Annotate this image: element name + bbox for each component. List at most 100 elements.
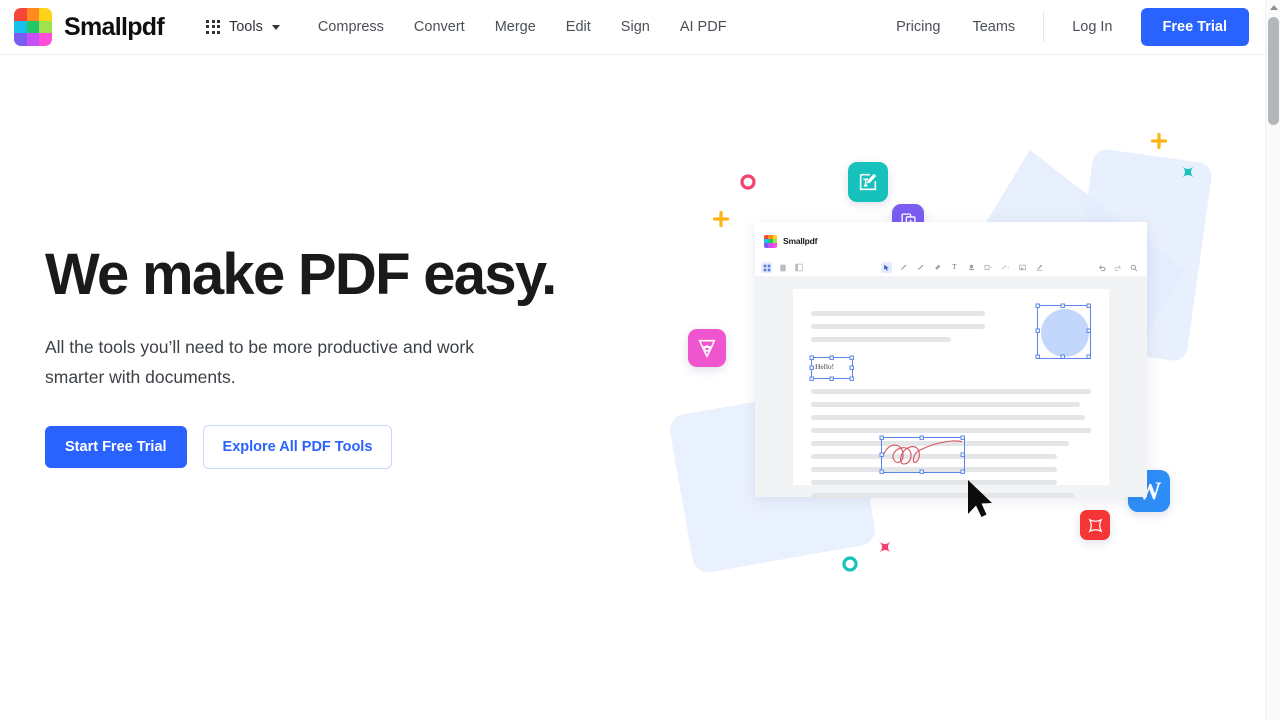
highlighter-icon[interactable]	[915, 262, 926, 273]
brand-logo-link[interactable]: Smallpdf	[14, 8, 165, 46]
mockup-toolbar: T	[755, 260, 1147, 277]
undo-glyph	[1098, 264, 1105, 271]
signature-glyph	[1036, 264, 1043, 271]
x-mark-red-icon	[879, 541, 891, 553]
line-tool-icon[interactable]	[1000, 262, 1011, 273]
hero-cta-group: Start Free Trial Explore All PDF Tools	[45, 425, 605, 470]
text-line	[811, 324, 985, 329]
undo-icon[interactable]	[1096, 262, 1107, 273]
text-line	[811, 428, 1091, 433]
image-tool-glyph	[1019, 264, 1026, 271]
hero-subtitle: All the tools you’ll need to be more pro…	[45, 336, 474, 387]
pdf-editor-mockup: Smallpdf T Hello!	[755, 222, 1147, 498]
redo-glyph	[1114, 264, 1121, 271]
pencil-glyph	[901, 264, 907, 270]
mockup-history-tools	[1096, 262, 1139, 273]
mockup-view-tools	[761, 262, 804, 273]
zoom-glyph	[1130, 264, 1137, 271]
page-scrollbar[interactable]	[1265, 0, 1280, 720]
selection-handles	[809, 355, 854, 381]
circle-outline-teal-icon	[842, 556, 858, 572]
compress-icon[interactable]	[1080, 510, 1110, 540]
grid-dots-icon	[205, 19, 221, 35]
shape-rectangle-glyph	[984, 265, 992, 270]
nav-link-ai-pdf[interactable]: AI PDF	[680, 19, 727, 35]
circle-object-selection[interactable]	[1035, 303, 1091, 359]
selection-handles	[1035, 303, 1091, 359]
nav-links-group: Compress Convert Merge Edit Sign AI PDF	[318, 19, 727, 35]
top-navigation-bar: Smallpdf Tools Compress Convert Merge Ed…	[0, 0, 1265, 55]
circle-outline-pink-icon	[740, 174, 756, 190]
pencil-icon[interactable]	[898, 262, 909, 273]
scrollbar-thumb[interactable]	[1268, 17, 1279, 125]
text-line	[811, 311, 985, 316]
login-link[interactable]: Log In	[1072, 19, 1112, 35]
eraser-icon[interactable]	[932, 262, 943, 273]
text-tool-icon[interactable]: T	[949, 262, 960, 273]
plus-orange-icon	[712, 210, 730, 228]
pen-nib-glyph	[698, 339, 716, 358]
nav-link-convert[interactable]: Convert	[414, 19, 465, 35]
sidebar-panel-glyph	[794, 263, 803, 272]
single-page-icon[interactable]	[777, 262, 788, 273]
brand-name: Smallpdf	[64, 12, 165, 41]
smallpdf-logo-icon	[14, 8, 52, 46]
image-tool-icon[interactable]	[1017, 262, 1028, 273]
hero-section: We make PDF easy. All the tools you’ll n…	[45, 242, 605, 470]
start-free-trial-button[interactable]: Start Free Trial	[45, 426, 187, 469]
nav-link-compress[interactable]: Compress	[318, 19, 384, 35]
secondary-nav: Pricing Teams Log In Free Trial	[896, 8, 1249, 46]
primary-nav: Tools Compress Convert Merge Edit Sign A…	[205, 19, 727, 35]
explore-all-pdf-tools-button[interactable]: Explore All PDF Tools	[202, 425, 393, 470]
tools-menu-label: Tools	[228, 19, 263, 35]
text-line	[811, 415, 1086, 420]
tools-menu-button[interactable]: Tools	[205, 19, 280, 35]
redo-icon[interactable]	[1112, 262, 1123, 273]
mockup-edit-tools: T	[881, 262, 1045, 273]
text-tool-glyph: T	[952, 263, 957, 271]
grid-view-glyph	[763, 264, 770, 271]
mockup-brand-name: Smallpdf	[783, 236, 818, 246]
text-object-selection[interactable]: Hello!	[809, 355, 854, 381]
mouse-pointer-icon	[968, 480, 992, 517]
text-line	[811, 402, 1080, 407]
shape-rectangle-icon[interactable]	[983, 262, 994, 273]
cursor-select-icon[interactable]	[881, 262, 892, 273]
edit-document-icon[interactable]	[848, 162, 888, 202]
plus-orange-icon-2	[1150, 132, 1168, 150]
nav-link-edit[interactable]: Edit	[566, 19, 591, 35]
x-mark-teal-icon	[1182, 166, 1194, 178]
mockup-canvas: Hello!	[755, 277, 1147, 498]
hero-illustration: W Smallpdf T Hello!	[660, 110, 1260, 610]
sign-pen-nib-icon[interactable]	[688, 329, 726, 367]
eraser-glyph	[935, 264, 941, 270]
text-line	[811, 480, 1058, 485]
nav-link-teams[interactable]: Teams	[972, 19, 1015, 35]
compress-glyph	[1087, 517, 1103, 533]
line-tool-glyph	[1001, 265, 1009, 270]
nav-link-merge[interactable]: Merge	[495, 19, 536, 35]
free-trial-button[interactable]: Free Trial	[1140, 8, 1249, 46]
text-line	[811, 337, 951, 342]
stamp-icon[interactable]	[966, 262, 977, 273]
zoom-icon[interactable]	[1128, 262, 1139, 273]
sidebar-panel-icon[interactable]	[793, 262, 804, 273]
hero-title: We make PDF easy.	[45, 242, 557, 307]
mockup-header: Smallpdf	[755, 222, 1147, 260]
stamp-glyph	[969, 264, 974, 271]
scroll-up-arrow-icon[interactable]	[1266, 0, 1280, 15]
edit-document-glyph	[859, 173, 877, 191]
signature-icon[interactable]	[1034, 262, 1045, 273]
grid-view-icon[interactable]	[761, 262, 772, 273]
highlighter-glyph	[918, 264, 924, 270]
document-page[interactable]: Hello!	[793, 289, 1109, 498]
single-page-glyph	[779, 264, 786, 271]
nav-link-pricing[interactable]: Pricing	[896, 19, 940, 35]
chevron-down-icon	[271, 24, 280, 30]
nav-right-links-group: Pricing Teams	[896, 19, 1015, 35]
text-line	[811, 389, 1091, 394]
nav-link-sign[interactable]: Sign	[621, 19, 650, 35]
text-line	[811, 493, 1075, 498]
mockup-smallpdf-logo-icon	[764, 234, 777, 248]
scribble-object-selection[interactable]	[879, 435, 965, 474]
